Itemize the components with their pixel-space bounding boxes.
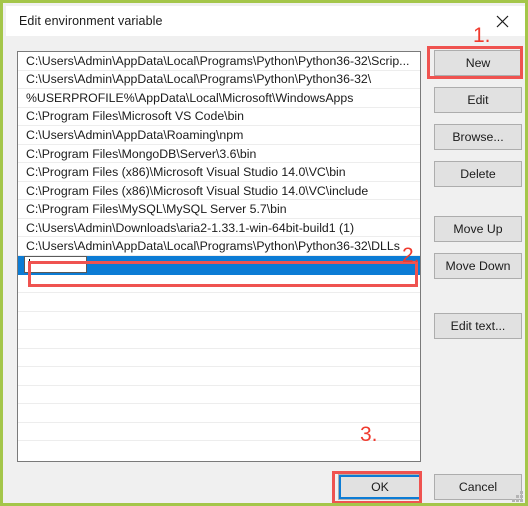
list-item-empty[interactable] bbox=[18, 404, 420, 423]
list-item-empty[interactable] bbox=[18, 312, 420, 331]
resize-grip[interactable] bbox=[511, 490, 523, 502]
move-down-button[interactable]: Move Down bbox=[434, 253, 522, 279]
browse-button[interactable]: Browse... bbox=[434, 124, 522, 150]
list-item[interactable]: C:\Program Files\MySQL\MySQL Server 5.7\… bbox=[18, 200, 420, 219]
list-item[interactable]: C:\Users\Admin\AppData\Roaming\npm bbox=[18, 126, 420, 145]
list-item-empty[interactable] bbox=[18, 275, 420, 294]
edit-text-button[interactable]: Edit text... bbox=[434, 313, 522, 339]
list-item-empty[interactable] bbox=[18, 330, 420, 349]
close-icon bbox=[496, 15, 509, 28]
list-item[interactable]: C:\Users\Admin\AppData\Local\Programs\Py… bbox=[18, 52, 420, 71]
move-up-button[interactable]: Move Up bbox=[434, 216, 522, 242]
list-item[interactable]: C:\Users\Admin\AppData\Local\Programs\Py… bbox=[18, 237, 420, 257]
list-item-editing[interactable] bbox=[18, 256, 420, 275]
close-button[interactable] bbox=[482, 6, 522, 36]
path-list[interactable]: C:\Users\Admin\AppData\Local\Programs\Py… bbox=[17, 51, 421, 462]
ok-button[interactable]: OK bbox=[338, 474, 422, 500]
list-item-empty[interactable] bbox=[18, 367, 420, 386]
list-item[interactable]: %USERPROFILE%\AppData\Local\Microsoft\Wi… bbox=[18, 89, 420, 108]
title-bar: Edit environment variable bbox=[6, 6, 525, 36]
list-item-empty[interactable] bbox=[18, 349, 420, 368]
edit-button[interactable]: Edit bbox=[434, 87, 522, 113]
list-item[interactable]: C:\Program Files (x86)\Microsoft Visual … bbox=[18, 163, 420, 182]
dialog-client-area: C:\Users\Admin\AppData\Local\Programs\Py… bbox=[6, 36, 525, 503]
list-item[interactable]: C:\Program Files\Microsoft VS Code\bin bbox=[18, 108, 420, 127]
list-item[interactable]: C:\Program Files\MongoDB\Server\3.6\bin bbox=[18, 145, 420, 164]
text-caret bbox=[29, 258, 30, 271]
delete-button[interactable]: Delete bbox=[434, 161, 522, 187]
list-item-empty[interactable] bbox=[18, 423, 420, 442]
list-item[interactable]: C:\Users\Admin\AppData\Local\Programs\Py… bbox=[18, 71, 420, 90]
new-button[interactable]: New bbox=[434, 50, 522, 76]
edit-environment-variable-dialog: Edit environment variable C:\Users\Admin… bbox=[0, 0, 528, 506]
new-path-input[interactable] bbox=[24, 256, 87, 274]
cancel-button[interactable]: Cancel bbox=[434, 474, 522, 500]
window-title: Edit environment variable bbox=[19, 14, 163, 28]
list-item[interactable]: C:\Users\Admin\Downloads\aria2-1.33.1-wi… bbox=[18, 219, 420, 238]
list-item[interactable]: C:\Program Files (x86)\Microsoft Visual … bbox=[18, 182, 420, 201]
list-item-empty[interactable] bbox=[18, 293, 420, 312]
list-item-empty[interactable] bbox=[18, 386, 420, 405]
